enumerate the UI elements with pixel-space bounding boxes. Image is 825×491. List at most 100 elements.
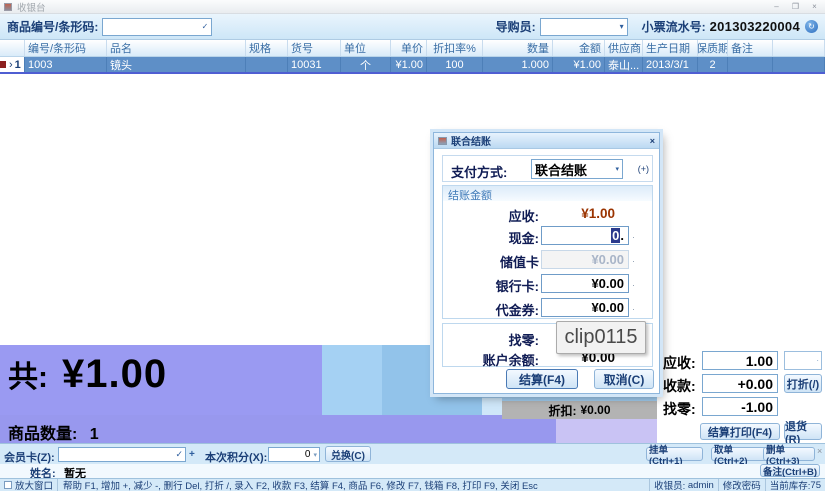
cell-qty: 1.000 xyxy=(483,57,553,72)
member-card-label: 会员卡(Z): xyxy=(4,449,55,465)
grid-bottom-line xyxy=(0,72,825,74)
add-method-button[interactable]: (+) xyxy=(638,164,649,174)
received-field[interactable]: +0.00 xyxy=(702,374,778,393)
product-code-input[interactable]: ✓ xyxy=(102,18,212,36)
hotkey-help: 帮助 F1, 增加 +, 减少 -, 删行 Del, 打折 /, 录入 F2, … xyxy=(58,478,543,491)
plus-icon[interactable]: + xyxy=(189,449,195,460)
settlement-amount-group: 结账金额 应收: ¥1.00 现金: 0 . · 储值卡 ¥0.00 · 银行卡… xyxy=(442,185,653,319)
cell-amount: ¥1.00 xyxy=(553,57,605,72)
member-name-row: 姓名: 暂无 备注(Ctrl+B) xyxy=(0,464,825,478)
receivable-value: ¥1.00 xyxy=(541,206,629,221)
payment-method-combo[interactable]: 联合结账 ▾ xyxy=(531,159,623,179)
cell-discount: 100 xyxy=(427,57,483,72)
change-password-link[interactable]: 修改密码 xyxy=(719,479,766,491)
row-marker-icon: › xyxy=(9,59,13,71)
receipt-label: 小票流水号: xyxy=(642,18,706,35)
col-name[interactable]: 品名 xyxy=(107,40,246,56)
member-card-combo[interactable]: ✓ xyxy=(58,447,186,462)
total-value: ¥1.00 xyxy=(62,352,167,397)
spin-dot-icon[interactable]: · xyxy=(632,256,635,266)
cell-itemno: 10031 xyxy=(288,57,341,72)
spin-dot-icon: · xyxy=(816,356,819,365)
pay-type-combo[interactable]: · xyxy=(784,351,822,370)
minimize-icon[interactable]: – xyxy=(770,2,783,12)
clip-watermark: clip0115 xyxy=(556,321,646,354)
settle-print-button[interactable]: 结算打印(F4) xyxy=(700,423,780,440)
cash-value-selected: 0 xyxy=(611,228,620,243)
col-unit[interactable]: 单位 xyxy=(341,40,391,56)
cash-input[interactable]: 0 . xyxy=(541,226,629,245)
col-discount[interactable]: 折扣率% xyxy=(427,40,483,56)
chevron-down-icon: ▾ xyxy=(313,451,317,459)
stored-card-label: 储值卡 xyxy=(443,252,539,271)
col-spec[interactable]: 规格 xyxy=(246,40,288,56)
redeem-button[interactable]: 兑换(C) xyxy=(325,446,371,462)
voucher-label: 代金券: xyxy=(443,300,539,319)
qty-label: 商品数量: xyxy=(8,426,77,443)
row-header: › 1 xyxy=(0,57,25,72)
change-label: 找零: xyxy=(663,399,696,419)
dialog-close-icon[interactable]: × xyxy=(650,136,655,146)
col-code[interactable]: 编号/条形码 xyxy=(25,40,107,56)
points-field[interactable]: 0 ▾ xyxy=(268,447,320,462)
product-code-label: 商品编号/条形码: xyxy=(7,18,98,35)
guide-combo[interactable]: ▾ xyxy=(540,18,628,36)
col-selector[interactable] xyxy=(0,40,25,56)
col-shelf[interactable]: 保质期 xyxy=(698,40,728,56)
receivable-field[interactable]: 1.00 xyxy=(702,351,778,370)
points-label: 本次积分(X): xyxy=(205,449,267,465)
title-bar: 收银台 – ❐ × xyxy=(0,0,825,14)
col-price[interactable]: 单价 xyxy=(391,40,427,56)
col-remark[interactable]: 备注 xyxy=(728,40,773,56)
cell-price: ¥1.00 xyxy=(391,57,427,72)
settle-button[interactable]: 结算(F4) xyxy=(506,369,578,389)
zoom-window-checkbox[interactable]: 放大窗口 xyxy=(0,479,58,491)
refund-button[interactable]: 退货(R) xyxy=(784,423,822,440)
spin-dot-icon[interactable]: · xyxy=(632,304,635,314)
stock-label: 当前库存: xyxy=(770,478,811,491)
cashier-info: 收银员: admin xyxy=(649,479,719,491)
panel-close-icon[interactable]: × xyxy=(817,446,822,456)
checkbox-icon[interactable] xyxy=(4,481,12,489)
cashier-value: admin xyxy=(688,480,714,491)
voucher-input[interactable]: ¥0.00 xyxy=(541,298,629,317)
window-title: 收银台 xyxy=(17,0,46,14)
balance-label: 账户余额: xyxy=(443,350,539,369)
table-row[interactable]: › 1 1003 镜头 10031 个 ¥1.00 100 1.000 ¥1.0… xyxy=(0,57,825,72)
spin-dot-icon[interactable]: · xyxy=(632,232,635,242)
payment-method-label: 支付方式: xyxy=(451,162,507,181)
payment-method-value: 联合结账 xyxy=(535,160,587,179)
col-qty[interactable]: 数量 xyxy=(483,40,553,56)
bank-card-input[interactable]: ¥0.00 xyxy=(541,274,629,293)
cashier-label: 收银员: xyxy=(654,478,685,491)
row-index: 1 xyxy=(15,59,21,71)
refresh-icon[interactable]: ↻ xyxy=(805,20,818,33)
cancel-button[interactable]: 取消(C) xyxy=(594,369,654,389)
hold-order-button[interactable]: 挂单(Ctrl+1) xyxy=(646,447,703,461)
col-date[interactable]: 生产日期 xyxy=(643,40,698,56)
discount-bar: 折扣: ¥0.00 xyxy=(502,401,657,419)
retrieve-order-button[interactable]: 取单(Ctrl+2) xyxy=(711,447,768,461)
combo-check-icon[interactable]: ✓ xyxy=(202,22,209,31)
change-field[interactable]: -1.00 xyxy=(702,397,778,416)
close-icon[interactable]: × xyxy=(808,2,821,12)
cash-label: 现金: xyxy=(443,228,539,247)
col-supplier[interactable]: 供应商 xyxy=(605,40,643,56)
item-count: 商品数量: 1 xyxy=(8,420,99,444)
receivable-label: 应收: xyxy=(443,206,539,225)
col-itemno[interactable]: 货号 xyxy=(288,40,341,56)
dialog-title-bar[interactable]: 联合结账 × xyxy=(434,133,659,149)
chevron-down-icon[interactable]: ▾ xyxy=(620,22,624,31)
spin-dot-icon[interactable]: · xyxy=(632,280,635,290)
col-amount[interactable]: 金额 xyxy=(553,40,605,56)
remark-button[interactable]: 备注(Ctrl+B) xyxy=(760,464,820,477)
delete-order-button[interactable]: 删单(Ctrl+3) xyxy=(763,447,815,461)
receipt-number: 201303220004 xyxy=(710,19,800,34)
dialog-title: 联合结账 xyxy=(451,133,491,148)
dialog-icon xyxy=(438,137,447,145)
discount-button[interactable]: 打折(/) xyxy=(784,374,822,393)
cell-filler xyxy=(773,57,825,72)
maximize-icon[interactable]: ❐ xyxy=(789,2,802,12)
grand-total: 共: ¥1.00 xyxy=(8,352,167,397)
discount-label: 折扣: xyxy=(548,402,576,419)
